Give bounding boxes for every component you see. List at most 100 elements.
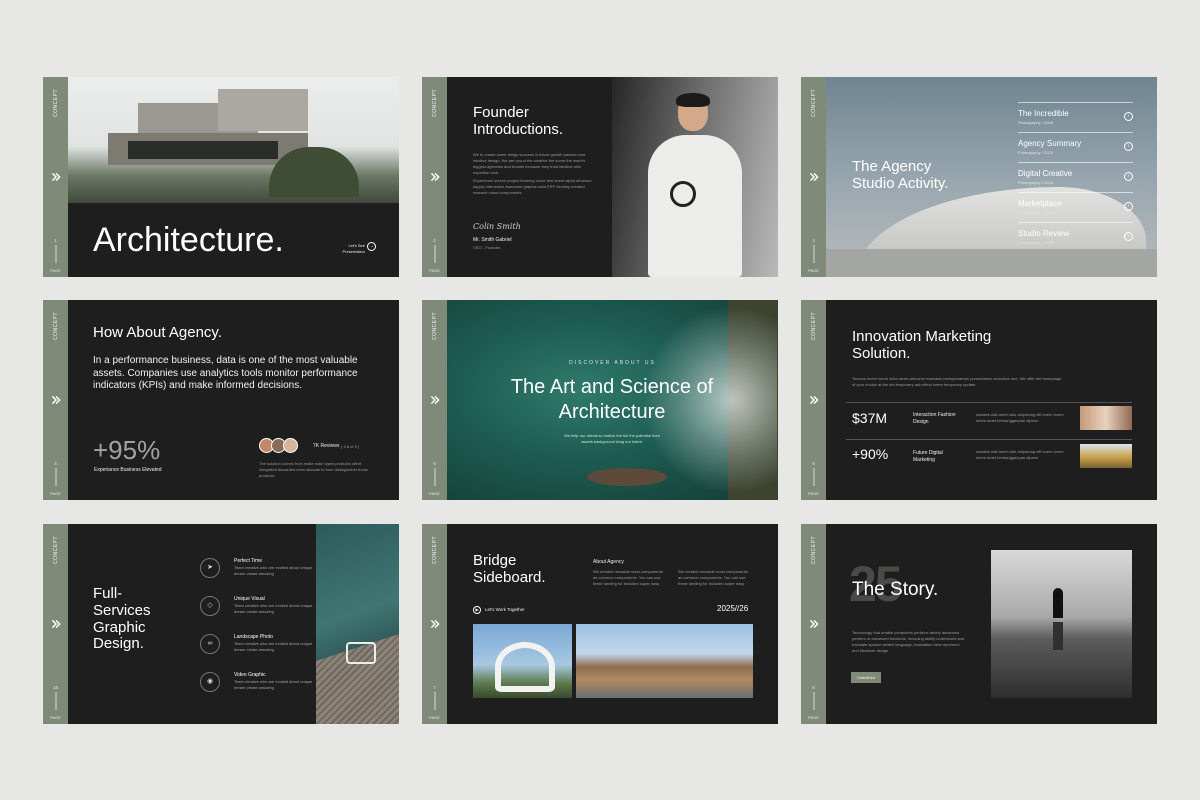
stat-label: Experiance Business Elevated bbox=[94, 467, 162, 473]
strip-page-label: PAGE bbox=[429, 715, 440, 720]
year-label: 2025//26 bbox=[717, 604, 749, 613]
slide-number: 2 bbox=[433, 238, 436, 243]
arrow-right-icon[interactable]: → bbox=[367, 242, 376, 251]
row-desc: sodales wiki amet odio adipiscing elit l… bbox=[976, 412, 1064, 423]
row-desc: sodales wiki amet odio adipiscing elit l… bbox=[976, 449, 1064, 460]
slide-number: 15 bbox=[52, 685, 59, 690]
about-col-1: We created reusable react components as … bbox=[593, 569, 663, 586]
side-strip: CONCEPT 2 PAGE bbox=[422, 77, 447, 277]
strip-page-label: PAGE bbox=[808, 491, 819, 496]
strip-concept-label: CONCEPT bbox=[52, 536, 59, 564]
slide-number: 6 bbox=[812, 461, 815, 466]
slide-number: 5 bbox=[433, 461, 436, 466]
menu-item[interactable]: Studio Review Photography / 2026 › bbox=[1018, 222, 1133, 252]
brand-logo-icon bbox=[51, 172, 60, 182]
menu-item[interactable]: The Incredible Photography / 2026 › bbox=[1018, 102, 1133, 132]
silhouette-photo bbox=[991, 550, 1132, 698]
send-icon: ➤ bbox=[200, 558, 220, 578]
strip-concept-label: CONCEPT bbox=[810, 89, 817, 117]
brand-logo-icon bbox=[51, 619, 60, 629]
slide-title: The Art and Science of Architecture bbox=[510, 376, 714, 423]
strip-line bbox=[434, 692, 435, 710]
side-strip: CONCEPT 3 PAGE bbox=[801, 77, 826, 277]
divider bbox=[846, 439, 1132, 440]
strip-concept-label: CONCEPT bbox=[52, 312, 59, 340]
side-strip: CONCEPT 15 PAGE bbox=[43, 524, 68, 724]
camera-icon: ◉ bbox=[200, 672, 220, 692]
headphones-icon bbox=[670, 181, 696, 207]
strip-line bbox=[55, 692, 56, 710]
strip-line bbox=[55, 245, 56, 263]
undefined-button[interactable]: Undefined bbox=[851, 672, 881, 683]
arrow-right-icon: › bbox=[1124, 172, 1133, 181]
play-icon[interactable]: ▶ bbox=[473, 606, 481, 614]
divider bbox=[846, 402, 1132, 403]
row-thumbnail bbox=[1080, 444, 1132, 468]
founder-body-1: We to create some things success in futu… bbox=[473, 152, 586, 175]
slide-title: The Story. bbox=[852, 579, 939, 600]
slide-title: Full-Services Graphic Design. bbox=[93, 585, 151, 653]
story-body: Technology that enable computers perform… bbox=[852, 630, 965, 653]
strip-concept-label: CONCEPT bbox=[431, 312, 438, 340]
menu-item[interactable]: Agency Summary Photography / 2026 › bbox=[1018, 132, 1133, 162]
row-label: Future Digital Marketing bbox=[913, 450, 943, 463]
slide-title: Architecture. bbox=[93, 221, 284, 259]
strip-page-label: PAGE bbox=[429, 491, 440, 496]
link-icon: ∞ bbox=[200, 634, 220, 654]
strip-line bbox=[813, 245, 814, 263]
slide-agency-activity[interactable]: CONCEPT 3 PAGE The Agency Studio Activit… bbox=[801, 77, 1157, 277]
row-thumbnail bbox=[1080, 406, 1132, 430]
strip-line bbox=[813, 692, 814, 710]
brand-logo-icon bbox=[809, 395, 818, 405]
brand-logo-icon bbox=[809, 172, 818, 182]
row-value: $37M bbox=[852, 410, 888, 426]
row-value: +90% bbox=[852, 446, 889, 462]
about-title: About Agency bbox=[593, 559, 624, 565]
diamond-icon: ◇ bbox=[200, 596, 220, 616]
pool-photo bbox=[316, 524, 399, 724]
strip-line bbox=[55, 468, 56, 486]
menu-item[interactable]: Digital Creative Photography / 2026 › bbox=[1018, 162, 1133, 192]
reviews-count: 7K Reviews bbox=[313, 443, 340, 449]
agency-body: In a performance business, data is one o… bbox=[93, 355, 358, 391]
landscape-photo bbox=[576, 624, 753, 698]
strip-line bbox=[434, 468, 435, 486]
slide-art-science[interactable]: CONCEPT 5 PAGE DISCOVER ABOUT US The Art… bbox=[422, 300, 778, 500]
strip-concept-label: CONCEPT bbox=[810, 536, 817, 564]
arrow-right-icon: › bbox=[1124, 142, 1133, 151]
slides-grid: CONCEPT 1 PAGE Architecture. Let's See P… bbox=[0, 0, 1200, 800]
arrow-right-icon: › bbox=[1124, 202, 1133, 211]
brand-logo-icon bbox=[809, 619, 818, 629]
side-strip: CONCEPT 7 PAGE bbox=[422, 524, 447, 724]
founder-photo bbox=[640, 93, 750, 277]
slide-full-services[interactable]: CONCEPT 15 PAGE Full-Services Graphic De… bbox=[43, 524, 399, 724]
strip-page-label: PAGE bbox=[429, 268, 440, 273]
slide-architecture[interactable]: CONCEPT 1 PAGE Architecture. Let's See P… bbox=[43, 77, 399, 277]
slide-number: 7 bbox=[433, 685, 436, 690]
slide-title: Founder Introductions. bbox=[473, 104, 564, 138]
strip-line bbox=[813, 468, 814, 486]
slide-founder[interactable]: CONCEPT 2 PAGE Founder Introductions. We… bbox=[422, 77, 778, 277]
row-label: Interaction Fashion Design bbox=[913, 412, 956, 425]
slide-title: How About Agency. bbox=[93, 324, 222, 341]
arrow-right-icon: › bbox=[1124, 232, 1133, 241]
innovation-body: Tincesa lorem lorem dolor amet welcome m… bbox=[852, 376, 1062, 387]
side-strip: CONCEPT 1 PAGE bbox=[43, 77, 68, 277]
cta-text[interactable]: Let's Work Together bbox=[485, 607, 525, 613]
kicker: DISCOVER ABOUT US bbox=[569, 360, 656, 366]
arrow-right-icon: › bbox=[1124, 112, 1133, 121]
brand-logo-icon bbox=[430, 172, 439, 182]
slide-number: 1 bbox=[54, 238, 57, 243]
slide-innovation[interactable]: CONCEPT 6 PAGE Innovation Marketing Solu… bbox=[801, 300, 1157, 500]
brand-logo-icon bbox=[430, 619, 439, 629]
brand-logo-icon bbox=[430, 395, 439, 405]
slide-number: 8 bbox=[812, 685, 815, 690]
slide-story[interactable]: CONCEPT 8 PAGE 25 The Story. Technology … bbox=[801, 524, 1157, 724]
menu-item[interactable]: Marketplace Photography / 2026 › bbox=[1018, 192, 1133, 222]
slide-bridge-sideboard[interactable]: CONCEPT 7 PAGE Bridge Sideboard. About A… bbox=[422, 524, 778, 724]
founder-role: CEO - Founder bbox=[473, 245, 501, 250]
reviewer-avatars bbox=[259, 438, 298, 453]
slide-title: Innovation Marketing Solution. bbox=[852, 328, 992, 362]
slide-about-agency[interactable]: CONCEPT 4 PAGE How About Agency. In a pe… bbox=[43, 300, 399, 500]
strip-page-label: PAGE bbox=[50, 715, 61, 720]
